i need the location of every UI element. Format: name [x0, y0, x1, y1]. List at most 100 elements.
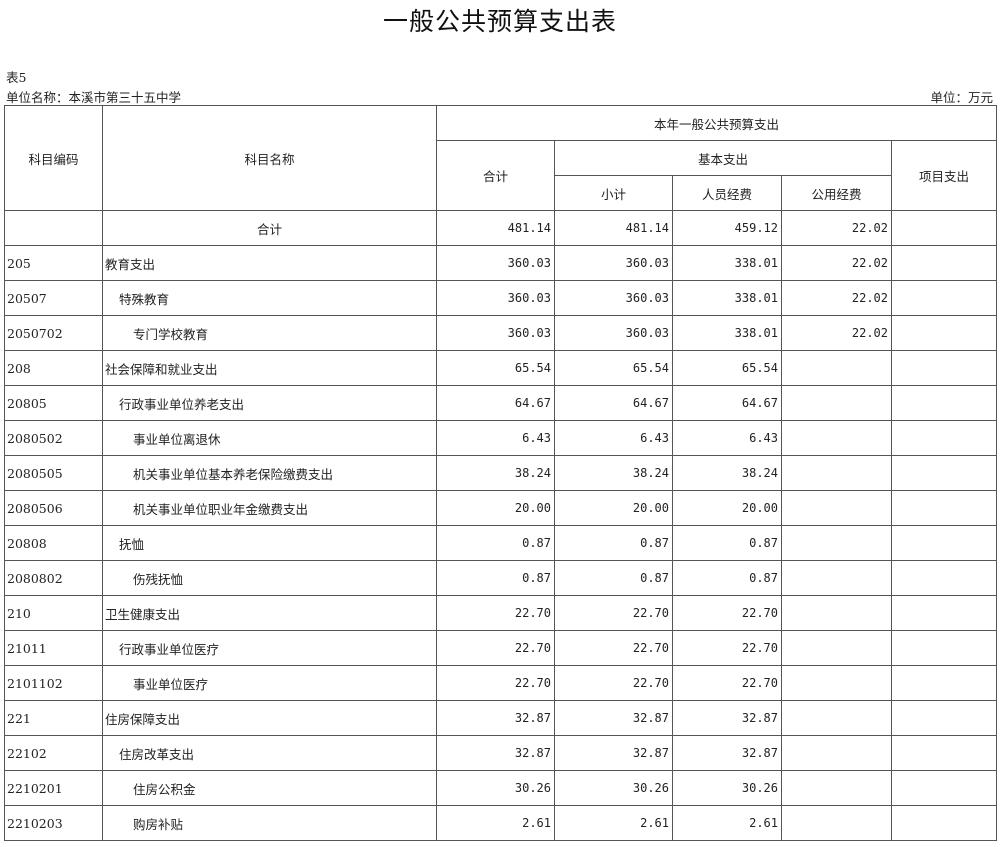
code-cell: 2080506 — [4, 490, 103, 526]
project-cell — [890, 490, 998, 526]
header-public: 公用经费 — [781, 175, 892, 211]
name-cell: 抚恤 — [102, 525, 437, 561]
total-personnel: 459.12 — [672, 210, 782, 246]
header-basic: 基本支出 — [554, 140, 892, 176]
personnel-cell: 32.87 — [672, 735, 782, 771]
table-row: 21011 行政事业单位医疗 22.70 22.70 22.70 — [4, 630, 998, 666]
subtotal-cell: 20.00 — [554, 490, 673, 526]
personnel-cell: 0.87 — [672, 525, 782, 561]
name-cell: 卫生健康支出 — [102, 595, 437, 631]
project-cell — [890, 805, 998, 841]
project-cell — [890, 735, 998, 771]
code-cell: 2210203 — [4, 805, 103, 841]
personnel-cell: 22.70 — [672, 665, 782, 701]
total-public: 22.02 — [781, 210, 892, 246]
personnel-cell: 22.70 — [672, 630, 782, 666]
project-cell — [890, 700, 998, 736]
subtotal-cell: 360.03 — [554, 280, 673, 316]
public-cell — [781, 595, 892, 631]
total-project — [890, 210, 998, 246]
project-cell — [890, 280, 998, 316]
total-cell: 65.54 — [436, 350, 555, 386]
code-cell: 20805 — [4, 385, 103, 421]
total-row: 合计 481.14 481.14 459.12 22.02 — [4, 210, 998, 246]
public-cell — [781, 455, 892, 491]
project-cell — [890, 525, 998, 561]
table-row: 208 社会保障和就业支出 65.54 65.54 65.54 — [4, 350, 998, 386]
subtotal-cell: 64.67 — [554, 385, 673, 421]
header-total: 合计 — [436, 140, 555, 211]
subtotal-cell: 32.87 — [554, 700, 673, 736]
total-total: 481.14 — [436, 210, 555, 246]
subtotal-cell: 6.43 — [554, 420, 673, 456]
total-cell: 22.70 — [436, 630, 555, 666]
subtotal-cell: 360.03 — [554, 315, 673, 351]
public-cell — [781, 350, 892, 386]
table-row: 2101102 事业单位医疗 22.70 22.70 22.70 — [4, 665, 998, 701]
table-row: 221 住房保障支出 32.87 32.87 32.87 — [4, 700, 998, 736]
public-cell — [781, 525, 892, 561]
personnel-cell: 6.43 — [672, 420, 782, 456]
name-cell: 社会保障和就业支出 — [102, 350, 437, 386]
total-subtotal: 481.14 — [554, 210, 673, 246]
personnel-cell: 38.24 — [672, 455, 782, 491]
subtotal-cell: 22.70 — [554, 630, 673, 666]
header-personnel: 人员经费 — [672, 175, 782, 211]
name-cell: 特殊教育 — [102, 280, 437, 316]
code-cell: 2210201 — [4, 770, 103, 806]
table-row: 2210203 购房补贴 2.61 2.61 2.61 — [4, 805, 998, 841]
table-row: 2080502 事业单位离退休 6.43 6.43 6.43 — [4, 420, 998, 456]
personnel-cell: 338.01 — [672, 315, 782, 351]
name-cell: 住房保障支出 — [102, 700, 437, 736]
page-title: 一般公共预算支出表 — [382, 7, 617, 36]
header-name: 科目名称 — [102, 105, 437, 211]
subtotal-cell: 65.54 — [554, 350, 673, 386]
public-cell — [781, 770, 892, 806]
total-cell: 0.87 — [436, 525, 555, 561]
subtotal-cell: 2.61 — [554, 805, 673, 841]
code-cell: 20808 — [4, 525, 103, 561]
total-cell: 32.87 — [436, 700, 555, 736]
table-number: 表5 — [6, 70, 27, 85]
total-code-cell — [4, 210, 103, 246]
header-project: 项目支出 — [890, 140, 998, 211]
total-cell: 360.03 — [436, 245, 555, 281]
name-cell: 专门学校教育 — [102, 315, 437, 351]
code-cell: 2080502 — [4, 420, 103, 456]
code-cell: 221 — [4, 700, 103, 736]
table-row: 2080506 机关事业单位职业年金缴费支出 20.00 20.00 20.00 — [4, 490, 998, 526]
table-row: 205 教育支出 360.03 360.03 338.01 22.02 — [4, 245, 998, 281]
subtotal-cell: 22.70 — [554, 595, 673, 631]
subtotal-cell: 32.87 — [554, 735, 673, 771]
subtotal-cell: 30.26 — [554, 770, 673, 806]
total-cell: 64.67 — [436, 385, 555, 421]
personnel-cell: 30.26 — [672, 770, 782, 806]
name-cell: 住房改革支出 — [102, 735, 437, 771]
name-cell: 事业单位医疗 — [102, 665, 437, 701]
total-cell: 360.03 — [436, 315, 555, 351]
name-cell: 购房补贴 — [102, 805, 437, 841]
subtotal-cell: 38.24 — [554, 455, 673, 491]
public-cell — [781, 385, 892, 421]
header-code: 科目编码 — [4, 105, 103, 211]
project-cell — [890, 315, 998, 351]
subtotal-cell: 0.87 — [554, 560, 673, 596]
code-cell: 205 — [4, 245, 103, 281]
project-cell — [890, 630, 998, 666]
unit-label: 单位：万元 — [930, 90, 993, 105]
table-row: 210 卫生健康支出 22.70 22.70 22.70 — [4, 595, 998, 631]
table-row: 22102 住房改革支出 32.87 32.87 32.87 — [4, 735, 998, 771]
total-cell: 22.70 — [436, 595, 555, 631]
code-cell: 210 — [4, 595, 103, 631]
public-cell — [781, 490, 892, 526]
table-row: 2050702 专门学校教育 360.03 360.03 338.01 22.02 — [4, 315, 998, 351]
public-cell — [781, 420, 892, 456]
table-row: 2080802 伤残抚恤 0.87 0.87 0.87 — [4, 560, 998, 596]
table-row: 20805 行政事业单位养老支出 64.67 64.67 64.67 — [4, 385, 998, 421]
table-row: 2210201 住房公积金 30.26 30.26 30.26 — [4, 770, 998, 806]
personnel-cell: 64.67 — [672, 385, 782, 421]
code-cell: 208 — [4, 350, 103, 386]
public-cell: 22.02 — [781, 245, 892, 281]
total-cell: 2.61 — [436, 805, 555, 841]
project-cell — [890, 455, 998, 491]
